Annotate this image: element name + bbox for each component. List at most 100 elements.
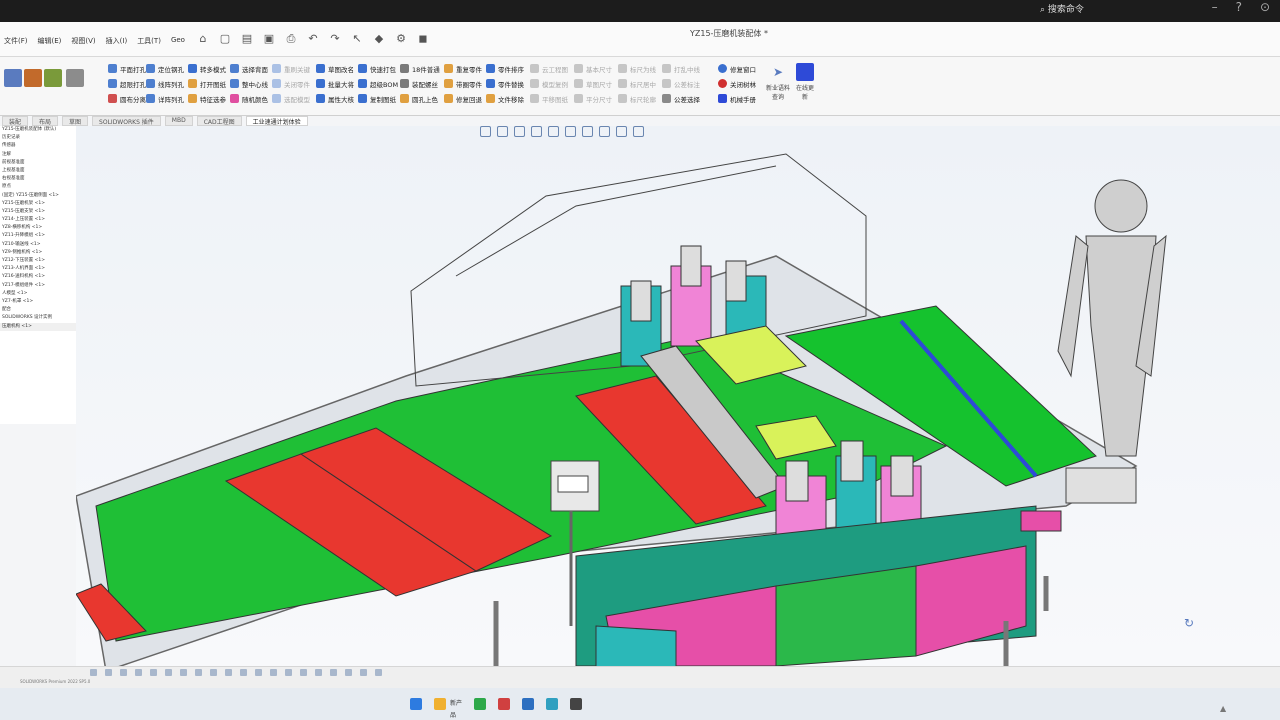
tree-item[interactable]: 上视基准面	[0, 167, 76, 175]
tree-item[interactable]: 传感器	[0, 142, 76, 150]
menu-geo[interactable]: Geo	[171, 36, 185, 46]
tree-item[interactable]: YZ16-送料机构 <1>	[0, 273, 76, 281]
cmd-remove-file[interactable]: 文件移除	[486, 93, 524, 104]
wechat-icon[interactable]	[474, 698, 486, 710]
bottom-tool-icon[interactable]	[225, 669, 232, 676]
cmd-open-drawing[interactable]: 打开图纸	[188, 78, 226, 89]
help-icon[interactable]: ?	[1236, 0, 1242, 14]
display-icon[interactable]: ◼	[416, 32, 430, 46]
ribbon-big-btn-b[interactable]	[22, 69, 44, 89]
zoom-fit-icon[interactable]	[480, 126, 491, 137]
home-icon[interactable]: ⌂	[196, 32, 210, 46]
chrome-icon[interactable]	[546, 698, 558, 710]
tree-item[interactable]: YZ10-输送线 <1>	[0, 241, 76, 249]
tray-icon[interactable]: ▲	[1220, 704, 1226, 713]
cmd-detail-hole[interactable]: 详阵列孔	[146, 93, 184, 104]
tree-item[interactable]: YZ9-侧推机构 <1>	[0, 249, 76, 257]
menu-view[interactable]: 视图(V)	[71, 36, 95, 46]
display-style-icon[interactable]	[565, 126, 576, 137]
bottom-tool-icon[interactable]	[120, 669, 127, 676]
tree-item[interactable]: 历史记录	[0, 134, 76, 142]
bottom-tool-icon[interactable]	[360, 669, 367, 676]
bottom-tool-icon[interactable]	[375, 669, 382, 676]
redo-icon[interactable]: ↷	[328, 32, 342, 46]
cmd-batch-scale[interactable]: 批量大将	[316, 78, 354, 89]
scene-icon[interactable]	[616, 126, 627, 137]
tree-item[interactable]: YZ11-升降模组 <1>	[0, 232, 76, 240]
zoom-area-icon[interactable]	[497, 126, 508, 137]
cmd-mech-handbook[interactable]: 机械手册	[718, 93, 756, 104]
tree-item[interactable]: YZ12-下压装置 <1>	[0, 257, 76, 265]
3d-viewport[interactable]: ↻	[75, 126, 1280, 712]
cmd-ruler-outline[interactable]: 标尺轮廓	[618, 93, 656, 104]
tree-item[interactable]: 原点	[0, 183, 76, 191]
cmd-model-copy[interactable]: 模型复例	[530, 78, 568, 89]
cmd-center-line[interactable]: 整中心线	[230, 78, 268, 89]
bottom-tool-icon[interactable]	[255, 669, 262, 676]
ribbon-big-btn-d[interactable]	[64, 69, 86, 89]
cmd-copy-drawing[interactable]: 复制图纸	[358, 93, 398, 104]
rebuild-icon[interactable]: ◆	[372, 32, 386, 46]
undo-icon[interactable]: ↶	[306, 32, 320, 46]
cmd-cloud-drawing[interactable]: 云工程图	[530, 63, 568, 74]
tree-item[interactable]: 注解	[0, 151, 76, 159]
cmd-tolerance-mark[interactable]: 公差标注	[662, 78, 700, 89]
tab-assembly[interactable]: 装配	[2, 116, 29, 126]
bottom-tool-icon[interactable]	[345, 669, 352, 676]
tree-item[interactable]: 前视基准面	[0, 159, 76, 167]
cmd-tolerance-select[interactable]: 公差选择	[662, 93, 700, 104]
cmd-ring-part[interactable]: 带圈零件	[444, 78, 482, 89]
ribbon-big-btn-query[interactable]: ➤ 新业语料查询	[766, 63, 790, 101]
tree-item[interactable]: 配合	[0, 306, 76, 314]
cmd-close-part[interactable]: 关闭零件	[272, 78, 310, 89]
tree-item[interactable]: YZ15-压磨机装配体 (默认)	[0, 126, 76, 134]
menu-file[interactable]: 文件(F)	[4, 36, 28, 46]
tab-layout[interactable]: 布局	[32, 116, 59, 126]
cmd-sketch-dim[interactable]: 草图尺寸	[574, 78, 612, 89]
cmd-split-dim[interactable]: 平分尺寸	[574, 93, 612, 104]
bottom-tool-icon[interactable]	[105, 669, 112, 676]
search-commands[interactable]: ⌕ 搜索命令	[1040, 2, 1170, 18]
select-icon[interactable]: ↖	[350, 32, 364, 46]
cmd-rollback[interactable]: 修复回退	[444, 93, 482, 104]
menu-tools[interactable]: 工具(T)	[137, 36, 161, 46]
cmd-ruler-line[interactable]: 标尺为线	[618, 63, 656, 74]
edge-icon[interactable]	[522, 698, 534, 710]
cmd-plane-hole[interactable]: 平面打孔	[108, 63, 146, 74]
cmd-over-hole[interactable]: 超限打孔	[108, 78, 146, 89]
cmd-select-model[interactable]: 选配模型	[272, 93, 310, 104]
bottom-tool-icon[interactable]	[330, 669, 337, 676]
view-orientation-icon[interactable]	[548, 126, 559, 137]
cmd-linear-hole[interactable]: 线阵列孔	[146, 78, 184, 89]
folder-icon[interactable]	[434, 698, 446, 710]
print-icon[interactable]: ⎙	[284, 32, 298, 46]
cmd-refresh-key[interactable]: 重刷关键	[272, 63, 310, 74]
cmd-replace-parts[interactable]: 零件替换	[486, 78, 524, 89]
windows-start-icon[interactable]	[410, 698, 422, 710]
cmd-basic-dim[interactable]: 基本尺寸	[574, 63, 612, 74]
tree-item[interactable]: 人模型 <1>	[0, 290, 76, 298]
tree-item[interactable]: YZ8-横移机构 <1>	[0, 224, 76, 232]
ribbon-big-btn-c[interactable]	[42, 69, 64, 89]
tree-item[interactable]: YZ17-模组组件 <1>	[0, 282, 76, 290]
appearance-icon[interactable]	[599, 126, 610, 137]
bottom-tool-icon[interactable]	[285, 669, 292, 676]
cmd-multi-mode[interactable]: 转多模式	[188, 63, 226, 74]
options-icon[interactable]: ⚙	[394, 32, 408, 46]
tree-item[interactable]: (固定) YZ15-压磨侧面 <1>	[0, 192, 76, 200]
cmd-repeat-part[interactable]: 重复零件	[444, 63, 482, 74]
tree-item[interactable]: YZ13-人机界面 <1>	[0, 265, 76, 273]
bottom-tool-icon[interactable]	[150, 669, 157, 676]
tree-item[interactable]: 压磨机构 <1>	[0, 322, 76, 331]
app-icon[interactable]	[570, 698, 582, 710]
bottom-tool-icon[interactable]	[165, 669, 172, 676]
bottom-tool-icon[interactable]	[195, 669, 202, 676]
cmd-rename-sketch[interactable]: 草图改名	[316, 63, 354, 74]
hide-show-icon[interactable]	[582, 126, 593, 137]
tree-item[interactable]: YZ14-上压装置 <1>	[0, 216, 76, 224]
cmd-midline[interactable]: 打乱中线	[662, 63, 700, 74]
cmd-shift-drawing[interactable]: 平移图纸	[530, 93, 568, 104]
section-view-icon[interactable]	[531, 126, 542, 137]
cmd-sort-parts[interactable]: 零件排序	[486, 63, 524, 74]
bottom-tool-icon[interactable]	[90, 669, 97, 676]
